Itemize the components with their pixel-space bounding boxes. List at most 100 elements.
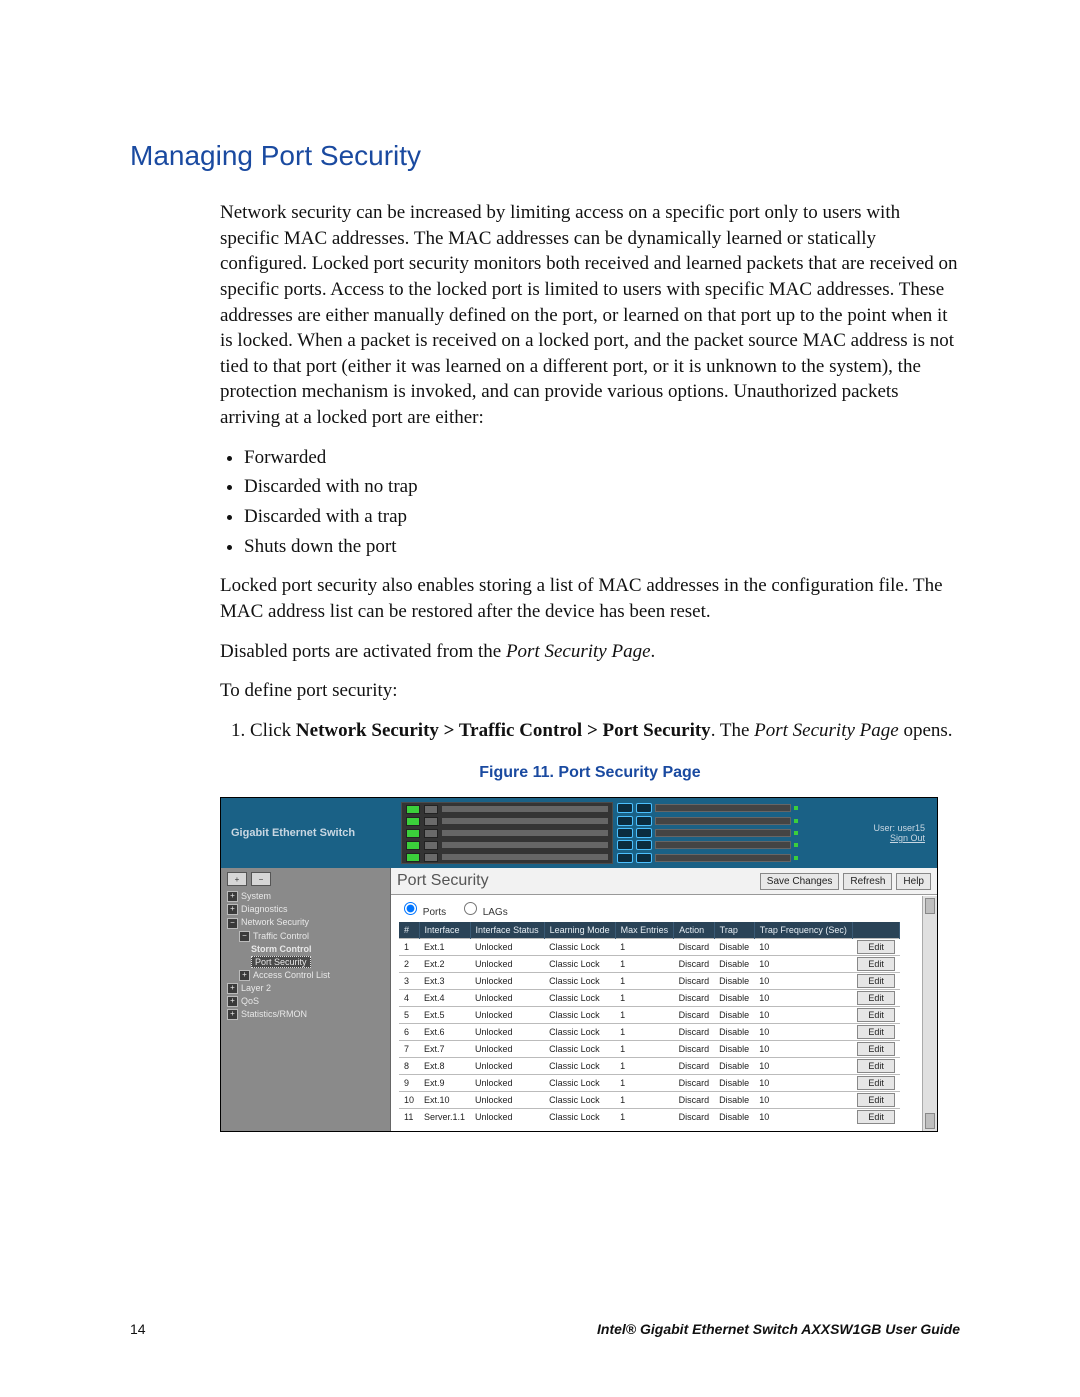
- cell: Classic Lock: [544, 1024, 615, 1041]
- cell: Ext.9: [419, 1075, 470, 1092]
- collapse-all-button[interactable]: −: [251, 872, 271, 886]
- cell: Unlocked: [470, 1109, 544, 1126]
- edit-button[interactable]: Edit: [857, 1008, 895, 1022]
- user-label: User: user15: [873, 823, 925, 833]
- edit-button[interactable]: Edit: [857, 1059, 895, 1073]
- edit-button[interactable]: Edit: [857, 1025, 895, 1039]
- cell: 2: [399, 956, 419, 973]
- page-ref: Port Security Page: [754, 720, 899, 741]
- edit-button[interactable]: Edit: [857, 1076, 895, 1090]
- refresh-button[interactable]: Refresh: [843, 873, 892, 890]
- cell: Classic Lock: [544, 1041, 615, 1058]
- cell: Ext.5: [419, 1007, 470, 1024]
- cell: Discard: [674, 973, 715, 990]
- guide-title: Intel® Gigabit Ethernet Switch AXXSW1GB …: [597, 1321, 960, 1337]
- table-row: 3Ext.3UnlockedClassic Lock1DiscardDisabl…: [399, 973, 900, 990]
- text: .: [651, 641, 656, 662]
- tree-item-diagnostics[interactable]: +Diagnostics: [227, 903, 384, 916]
- cell: Disable: [714, 973, 754, 990]
- col-header: Interface: [419, 922, 470, 939]
- cell: Ext.2: [419, 956, 470, 973]
- intro-paragraph: Network security can be increased by lim…: [220, 200, 960, 431]
- cell: 9: [399, 1075, 419, 1092]
- cell: Ext.7: [419, 1041, 470, 1058]
- cell: Unlocked: [470, 990, 544, 1007]
- edit-button[interactable]: Edit: [857, 1110, 895, 1124]
- cell: Ext.4: [419, 990, 470, 1007]
- radio-lags[interactable]: LAGs: [459, 907, 508, 918]
- table-row: 1Ext.1UnlockedClassic Lock1DiscardDisabl…: [399, 939, 900, 956]
- cell: 5: [399, 1007, 419, 1024]
- cell: 1: [615, 1024, 674, 1041]
- edit-button[interactable]: Edit: [857, 957, 895, 971]
- nav-path: Network Security > Traffic Control > Por…: [296, 720, 711, 741]
- edit-button[interactable]: Edit: [857, 940, 895, 954]
- cell: 10: [754, 1024, 852, 1041]
- edit-button[interactable]: Edit: [857, 991, 895, 1005]
- col-header: Learning Mode: [544, 922, 615, 939]
- cell: Server.1.1: [419, 1109, 470, 1126]
- cell: 1: [399, 939, 419, 956]
- cell: Discard: [674, 1024, 715, 1041]
- radio-ports[interactable]: Ports: [399, 907, 446, 918]
- steps-list: Click Network Security > Traffic Control…: [220, 718, 960, 744]
- cell: 10: [754, 990, 852, 1007]
- list-item: Discarded with no trap: [244, 474, 960, 500]
- cell: 4: [399, 990, 419, 1007]
- cell: Unlocked: [470, 1058, 544, 1075]
- cell: Unlocked: [470, 939, 544, 956]
- cell: Ext.3: [419, 973, 470, 990]
- col-header: Action: [674, 922, 715, 939]
- cell: Discard: [674, 1092, 715, 1109]
- cell: Unlocked: [470, 956, 544, 973]
- tree-item-qos[interactable]: +QoS: [227, 995, 384, 1008]
- cell: Discard: [674, 939, 715, 956]
- save-changes-button[interactable]: Save Changes: [760, 873, 840, 890]
- tree-item-layer2[interactable]: +Layer 2: [227, 982, 384, 995]
- tree-item-port-security[interactable]: Port Security: [227, 955, 384, 969]
- cell: Discard: [674, 1007, 715, 1024]
- cell: 1: [615, 956, 674, 973]
- options-list: Forwarded Discarded with no trap Discard…: [220, 445, 960, 560]
- scrollbar[interactable]: [922, 896, 937, 1131]
- cell: Classic Lock: [544, 1092, 615, 1109]
- cell: 10: [754, 1109, 852, 1126]
- text: Click: [250, 720, 296, 741]
- cell: 1: [615, 973, 674, 990]
- table-row: 4Ext.4UnlockedClassic Lock1DiscardDisabl…: [399, 990, 900, 1007]
- cell: Unlocked: [470, 1075, 544, 1092]
- cell: 10: [754, 1007, 852, 1024]
- page-ref: Port Security Page: [506, 641, 651, 662]
- cell: Ext.6: [419, 1024, 470, 1041]
- after-bullets-paragraph: Locked port security also enables storin…: [220, 573, 960, 624]
- tree-item-statistics[interactable]: +Statistics/RMON: [227, 1008, 384, 1021]
- tree-item-acl[interactable]: +Access Control List: [227, 969, 384, 982]
- cell: 10: [754, 973, 852, 990]
- cell: 1: [615, 1007, 674, 1024]
- cell: 1: [615, 1058, 674, 1075]
- scroll-down-icon[interactable]: [925, 1113, 935, 1129]
- table-row: 8Ext.8UnlockedClassic Lock1DiscardDisabl…: [399, 1058, 900, 1075]
- scroll-up-icon[interactable]: [925, 898, 935, 914]
- edit-button[interactable]: Edit: [857, 1093, 895, 1107]
- sign-out-link[interactable]: Sign Out: [890, 833, 925, 843]
- disabled-ports-line: Disabled ports are activated from the Po…: [220, 639, 960, 665]
- help-button[interactable]: Help: [896, 873, 931, 890]
- tree-item-system[interactable]: +System: [227, 890, 384, 903]
- cell: Disable: [714, 1041, 754, 1058]
- tree-item-network-security[interactable]: −Network Security: [227, 916, 384, 929]
- device-brand: Gigabit Ethernet Switch: [221, 798, 401, 868]
- col-header: #: [399, 922, 419, 939]
- cell: Classic Lock: [544, 939, 615, 956]
- tree-item-traffic-control[interactable]: −Traffic Control: [227, 930, 384, 943]
- cell: 1: [615, 939, 674, 956]
- text: Disabled ports are activated from the: [220, 641, 506, 662]
- tree-item-storm-control[interactable]: Storm Control: [227, 943, 384, 955]
- cell: Disable: [714, 956, 754, 973]
- cell: Discard: [674, 1075, 715, 1092]
- expand-all-button[interactable]: +: [227, 872, 247, 886]
- edit-button[interactable]: Edit: [857, 1042, 895, 1056]
- edit-button[interactable]: Edit: [857, 974, 895, 988]
- cell: Disable: [714, 939, 754, 956]
- cell: 8: [399, 1058, 419, 1075]
